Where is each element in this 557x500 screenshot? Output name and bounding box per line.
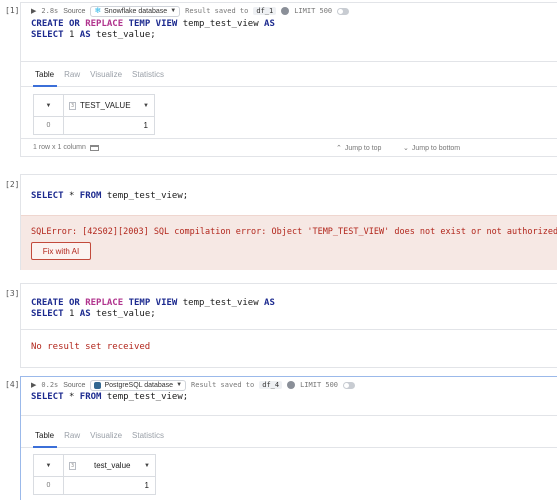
results-panel: No result set received xyxy=(21,329,557,367)
results-footer: 1 row x 1 column ⌃ Jump to top ⌄ Jump to… xyxy=(21,138,557,155)
postgresql-icon xyxy=(94,381,102,389)
table-cell[interactable]: 1 xyxy=(64,477,155,494)
active-tab-indicator xyxy=(33,85,57,87)
result-saved-label: Result saved to xyxy=(191,381,255,389)
chevron-down-icon: ▼ xyxy=(45,102,52,109)
tab-statistics[interactable]: Statistics xyxy=(132,431,164,440)
source-label: Source xyxy=(63,381,86,389)
tab-raw[interactable]: Raw xyxy=(64,70,80,79)
play-icon[interactable]: ▶ xyxy=(31,7,36,15)
jump-to-bottom-link[interactable]: ⌄ Jump to bottom xyxy=(403,144,461,153)
active-tab-indicator xyxy=(33,446,57,448)
jump-to-top-label: Jump to top xyxy=(344,144,382,152)
tab-raw[interactable]: Raw xyxy=(64,431,80,440)
tab-table[interactable]: Table xyxy=(35,431,54,440)
jump-to-bottom-label: Jump to bottom xyxy=(411,144,461,152)
dataframe-name-input[interactable]: df_1 xyxy=(253,7,277,15)
error-message: SQLError: [42S02][2003] SQL compilation … xyxy=(31,227,557,237)
code-cell-3[interactable]: CREATE OR REPLACE TEMP VIEW temp_test_vi… xyxy=(20,283,557,368)
jump-to-top-link[interactable]: ⌃ Jump to top xyxy=(336,144,382,153)
chevron-down-icon: ▼ xyxy=(170,8,177,14)
row-count-label: 1 row x 1 column xyxy=(33,144,86,151)
source-dropdown-value: PostgreSQL database xyxy=(104,381,174,389)
column-header[interactable]: 3 TEST_VALUE ▼ xyxy=(64,95,154,116)
source-dropdown[interactable]: PostgreSQL database ▼ xyxy=(90,379,187,391)
table-header: ▼ 3 test_value ▼ xyxy=(34,455,155,477)
fix-with-ai-button[interactable]: Fix with AI xyxy=(31,242,91,260)
table-row: 0 1 xyxy=(34,477,155,494)
limit-toggle[interactable] xyxy=(337,7,350,15)
results-tabs: Table Raw Visualize Statistics xyxy=(35,70,164,79)
error-panel: SQLError: [42S02][2003] SQL compilation … xyxy=(21,215,557,270)
tab-visualize[interactable]: Visualize xyxy=(90,70,122,79)
number-type-icon: 3 xyxy=(69,101,76,110)
number-type-icon: 3 xyxy=(69,461,76,470)
cell-number: [3] xyxy=(5,289,20,298)
row-index: 0 xyxy=(34,117,64,134)
double-chevron-up-icon: ⌃ xyxy=(336,145,342,152)
limit-label: LIMIT 500 xyxy=(300,381,339,389)
table-cell[interactable]: 1 xyxy=(64,117,154,134)
source-dropdown-value: Snowflake database xyxy=(104,7,168,15)
columns-icon[interactable] xyxy=(89,144,99,151)
column-menu-button[interactable]: ▼ xyxy=(34,455,64,476)
chevron-down-icon: ▼ xyxy=(144,462,150,469)
results-panel: Table Raw Visualize Statistics ▼ 3 test_… xyxy=(21,415,557,500)
results-tabs: Table Raw Visualize Statistics xyxy=(35,431,164,440)
chevron-down-icon: ▼ xyxy=(45,462,52,469)
source-label: Source xyxy=(63,7,86,15)
results-panel: Table Raw Visualize Statistics ▼ 3 TEST_… xyxy=(21,61,557,156)
tab-statistics[interactable]: Statistics xyxy=(132,70,164,79)
limit-icon xyxy=(281,7,290,15)
chevron-down-icon: ▼ xyxy=(176,382,183,388)
table-header: ▼ 3 TEST_VALUE ▼ xyxy=(34,95,154,117)
code-cell-4[interactable]: ▶ 0.2s Source PostgreSQL database ▼ Resu… xyxy=(20,376,557,500)
column-header[interactable]: 3 test_value ▼ xyxy=(64,455,155,476)
no-result-message: No result set received xyxy=(31,342,151,352)
limit-label: LIMIT 500 xyxy=(294,7,333,15)
row-count: 1 row x 1 column xyxy=(33,144,99,151)
tab-visualize[interactable]: Visualize xyxy=(90,431,122,440)
dataframe-name-input[interactable]: df_4 xyxy=(259,381,283,389)
source-dropdown[interactable]: ❄ Snowflake database ▼ xyxy=(90,5,181,17)
snowflake-icon: ❄ xyxy=(94,6,102,15)
result-table: ▼ 3 TEST_VALUE ▼ 0 1 xyxy=(33,94,155,135)
result-table: ▼ 3 test_value ▼ 0 1 xyxy=(33,454,156,495)
cell-meta-bar: ▶ 2.8s Source ❄ Snowflake database ▼ Res… xyxy=(31,5,350,17)
result-saved-label: Result saved to xyxy=(185,7,249,15)
cell-number: [1] xyxy=(5,6,20,15)
column-menu-button[interactable]: ▼ xyxy=(34,95,64,116)
sql-editor[interactable]: CREATE OR REPLACE TEMP VIEW temp_test_vi… xyxy=(31,298,275,320)
code-cell-1[interactable]: ▶ 2.8s Source ❄ Snowflake database ▼ Res… xyxy=(20,2,557,157)
limit-toggle[interactable] xyxy=(343,381,356,389)
row-index: 0 xyxy=(34,477,64,494)
code-cell-2[interactable]: SELECT * FROM temp_test_view; SQLError: … xyxy=(20,174,557,270)
table-row: 0 1 xyxy=(34,117,154,134)
double-chevron-down-icon: ⌄ xyxy=(403,145,409,152)
sql-editor[interactable]: SELECT * FROM temp_test_view; xyxy=(31,191,188,202)
column-header-label: TEST_VALUE xyxy=(80,101,131,110)
sql-editor[interactable]: SELECT * FROM temp_test_view; xyxy=(31,392,188,403)
limit-icon xyxy=(287,381,296,389)
cell-number: [4] xyxy=(5,380,20,389)
column-header-label: test_value xyxy=(94,461,131,470)
run-duration: 0.2s xyxy=(41,381,59,389)
cell-number: [2] xyxy=(5,180,20,189)
run-duration: 2.8s xyxy=(41,7,59,15)
play-icon[interactable]: ▶ xyxy=(31,381,36,389)
cell-meta-bar: ▶ 0.2s Source PostgreSQL database ▼ Resu… xyxy=(31,379,356,391)
tabs-divider xyxy=(21,447,557,448)
sql-editor[interactable]: CREATE OR REPLACE TEMP VIEW temp_test_vi… xyxy=(31,19,275,41)
tab-table[interactable]: Table xyxy=(35,70,54,79)
tabs-divider xyxy=(21,86,557,87)
chevron-down-icon: ▼ xyxy=(143,102,149,109)
